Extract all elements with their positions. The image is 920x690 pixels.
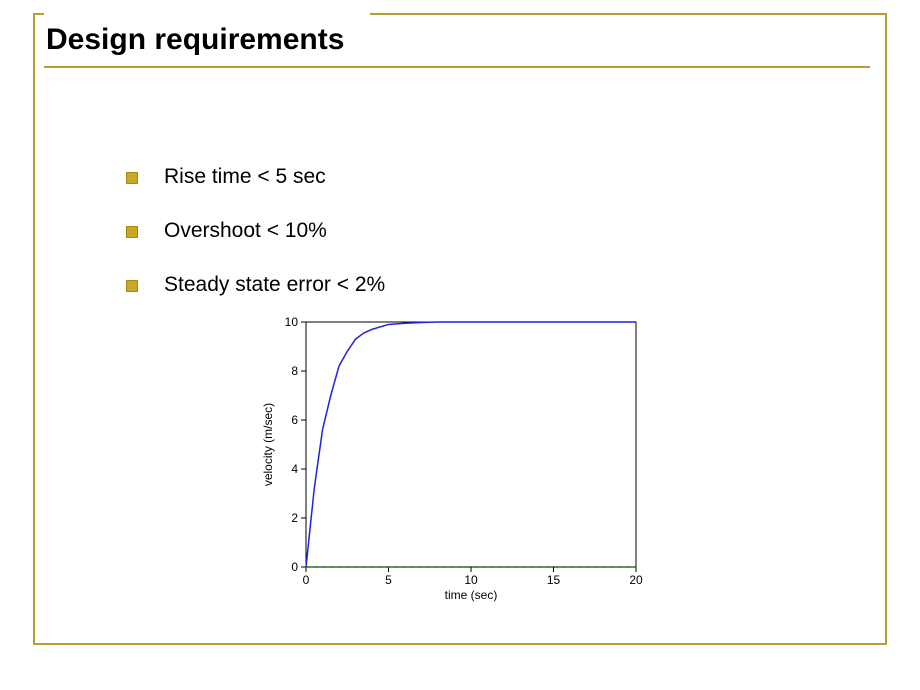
list-item: Rise time < 5 sec — [126, 165, 385, 189]
chart-svg: 051015200246810time (sec)velocity (m/sec… — [256, 307, 656, 607]
x-tick-label: 20 — [629, 573, 643, 587]
frame-border-segment — [885, 13, 887, 645]
x-tick-label: 5 — [385, 573, 392, 587]
frame-border-segment — [33, 13, 35, 645]
bullet-label: Rise time < 5 sec — [164, 165, 326, 189]
bullet-list: Rise time < 5 sec Overshoot < 10% Steady… — [126, 165, 385, 327]
y-tick-label: 2 — [291, 511, 298, 525]
y-axis-label: velocity (m/sec) — [261, 403, 275, 486]
title-underline — [44, 66, 870, 68]
page-title: Design requirements — [46, 23, 344, 57]
bullet-label: Overshoot < 10% — [164, 219, 327, 243]
y-tick-label: 4 — [291, 462, 298, 476]
list-item: Overshoot < 10% — [126, 219, 385, 243]
frame-border-segment — [370, 13, 887, 15]
y-tick-label: 10 — [285, 315, 299, 329]
y-tick-label: 0 — [291, 560, 298, 574]
bullet-icon — [126, 280, 138, 292]
x-axis-label: time (sec) — [445, 588, 498, 602]
bullet-icon — [126, 226, 138, 238]
y-tick-label: 6 — [291, 413, 298, 427]
velocity-chart: 051015200246810time (sec)velocity (m/sec… — [256, 307, 656, 607]
frame-border-segment — [33, 643, 887, 645]
bullet-label: Steady state error < 2% — [164, 273, 385, 297]
slide: Design requirements Rise time < 5 sec Ov… — [0, 0, 920, 690]
x-tick-label: 15 — [547, 573, 561, 587]
chart-bg — [256, 307, 656, 607]
bullet-icon — [126, 172, 138, 184]
x-tick-label: 10 — [464, 573, 478, 587]
y-tick-label: 8 — [291, 364, 298, 378]
x-tick-label: 0 — [303, 573, 310, 587]
list-item: Steady state error < 2% — [126, 273, 385, 297]
